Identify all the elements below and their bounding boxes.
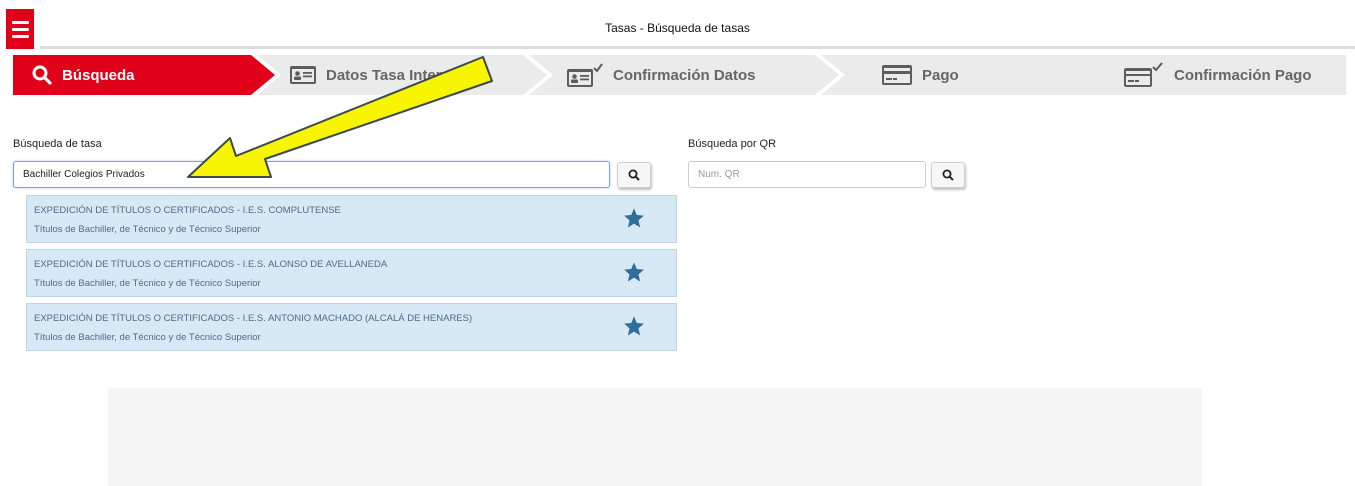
search-label: Búsqueda de tasa	[13, 138, 102, 150]
list-item[interactable]: EXPEDICIÓN DE TÍTULOS O CERTIFICADOS - I…	[26, 195, 677, 243]
qr-search-button[interactable]	[931, 162, 965, 188]
result-subtitle: Títulos de Bachiller, de Técnico y de Té…	[34, 278, 261, 289]
star-icon[interactable]	[623, 315, 645, 337]
search-button[interactable]	[617, 162, 651, 188]
search-icon	[942, 169, 954, 181]
star-icon[interactable]	[623, 207, 645, 229]
step-confirmacion-pago[interactable]: Confirmación Pago	[1074, 55, 1346, 95]
step-pago[interactable]: Pago	[821, 55, 1111, 95]
step-label: Confirmación Datos	[613, 66, 756, 84]
page-title: Tasas - Búsqueda de tasas	[605, 21, 750, 35]
wizard-steps: Búsqueda Datos Tasa Interesado Confirmac…	[13, 55, 1346, 95]
result-title: EXPEDICIÓN DE TÍTULOS O CERTIFICADOS - I…	[34, 205, 341, 216]
header-divider	[40, 46, 1355, 49]
result-subtitle: Títulos de Bachiller, de Técnico y de Té…	[34, 224, 261, 235]
search-icon	[32, 65, 52, 85]
search-results-list: EXPEDICIÓN DE TÍTULOS O CERTIFICADOS - I…	[26, 195, 677, 351]
id-card-check-icon	[567, 63, 603, 87]
step-label: Búsqueda	[62, 66, 135, 84]
star-icon[interactable]	[623, 261, 645, 283]
id-card-icon	[290, 66, 316, 84]
result-subtitle: Títulos de Bachiller, de Técnico y de Té…	[34, 332, 261, 343]
step-datos-tasa-interesado[interactable]: Datos Tasa Interesado	[257, 55, 547, 95]
step-busqueda[interactable]: Búsqueda	[13, 55, 275, 95]
list-item[interactable]: EXPEDICIÓN DE TÍTULOS O CERTIFICADOS - I…	[26, 303, 677, 351]
step-label: Datos Tasa Interesado	[326, 66, 485, 84]
credit-card-icon	[882, 65, 912, 85]
step-label: Confirmación Pago	[1174, 66, 1312, 84]
credit-card-check-icon	[1124, 62, 1163, 87]
result-title: EXPEDICIÓN DE TÍTULOS O CERTIFICADOS - I…	[34, 313, 473, 324]
list-item[interactable]: EXPEDICIÓN DE TÍTULOS O CERTIFICADOS - I…	[26, 249, 677, 297]
result-title: EXPEDICIÓN DE TÍTULOS O CERTIFICADOS - I…	[34, 259, 388, 270]
qr-input[interactable]	[688, 161, 926, 188]
step-label: Pago	[922, 66, 959, 84]
search-icon	[628, 169, 640, 181]
footer-panel	[108, 388, 1202, 486]
search-input[interactable]	[13, 161, 610, 188]
qr-search-label: Búsqueda por QR	[688, 138, 777, 150]
step-confirmacion-datos[interactable]: Confirmación Datos	[529, 55, 839, 95]
